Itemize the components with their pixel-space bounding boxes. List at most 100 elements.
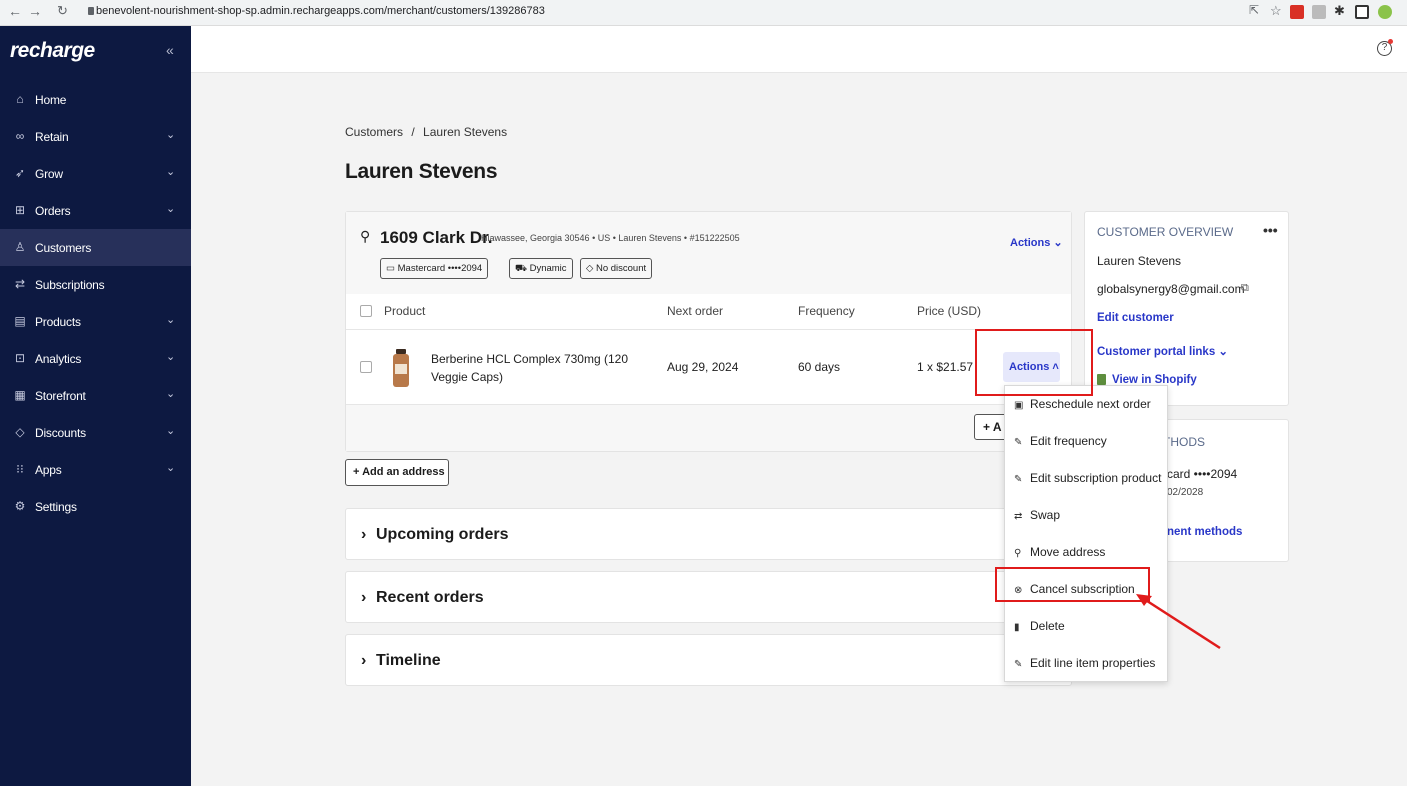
- chevron-down-icon: ⌄: [166, 166, 176, 178]
- notification-dot: [1388, 39, 1393, 44]
- sidebar-item-analytics[interactable]: ⊡ Analytics ⌄: [0, 340, 191, 377]
- section-title: Upcoming orders: [376, 526, 509, 543]
- address-street: 1609 Clark Dr.: [380, 228, 493, 247]
- column-header-price: Price (USD): [917, 304, 982, 318]
- menu-item-edit-subscription-product[interactable]: ✎ Edit subscription product: [1014, 471, 1161, 491]
- breadcrumb-separator: /: [411, 125, 415, 139]
- row-checkbox[interactable]: [360, 361, 372, 373]
- shopify-icon: [1097, 374, 1106, 385]
- chevron-down-icon: ⌄: [166, 129, 176, 141]
- cart-icon: ⊞: [14, 203, 26, 217]
- menu-item-reschedule[interactable]: ▣ Reschedule next order: [1014, 397, 1151, 417]
- address-bar[interactable]: benevolent-nourishment-shop-sp.admin.rec…: [96, 5, 545, 17]
- product-thumbnail: [391, 349, 411, 387]
- chevron-right-icon: ›: [361, 652, 367, 669]
- sidebar-item-storefront[interactable]: ▦ Storefront ⌄: [0, 377, 191, 414]
- customer-overview-heading: CUSTOMER OVERVIEW: [1097, 225, 1234, 239]
- bookmark-star-icon[interactable]: ☆: [1270, 3, 1282, 19]
- select-all-checkbox[interactable]: [360, 305, 372, 317]
- menu-item-delete[interactable]: ▮ Delete: [1014, 619, 1065, 639]
- rocket-icon: ➶: [14, 166, 26, 180]
- chevron-down-icon: ⌄: [166, 462, 176, 474]
- forward-icon[interactable]: →: [28, 3, 42, 19]
- payment-methods-link[interactable]: nent methods: [1167, 526, 1242, 538]
- sidebar-item-grow[interactable]: ➶ Grow ⌄: [0, 155, 191, 192]
- breadcrumb-customers-link[interactable]: Customers: [345, 125, 403, 139]
- add-address-button[interactable]: + Add an address: [345, 459, 449, 486]
- card-footer: [346, 405, 1071, 451]
- timeline-section[interactable]: › Timeline: [345, 634, 1072, 686]
- puzzle-icon[interactable]: ✱: [1334, 3, 1345, 19]
- chart-icon: ⊡: [14, 351, 26, 365]
- column-header-product: Product: [384, 304, 426, 318]
- reload-icon[interactable]: ↻: [57, 3, 68, 19]
- breadcrumb-current: Lauren Stevens: [423, 125, 508, 139]
- calendar-icon: ▣: [1014, 400, 1024, 411]
- page-title: Lauren Stevens: [345, 160, 498, 183]
- menu-item-swap[interactable]: ⇄ Swap: [1014, 508, 1060, 528]
- share-icon[interactable]: ⇱: [1249, 3, 1259, 17]
- back-icon[interactable]: ←: [8, 3, 22, 19]
- sidebar-item-home[interactable]: ⌂ Home: [0, 81, 191, 118]
- profile-icon[interactable]: [1378, 5, 1392, 19]
- chevron-down-icon: ⌄: [166, 314, 176, 326]
- collapse-sidebar-icon[interactable]: «: [166, 42, 174, 58]
- repeat-icon: ⇄: [14, 277, 26, 291]
- customer-portal-links[interactable]: Customer portal links ⌄: [1097, 344, 1228, 358]
- column-header-next-order: Next order: [667, 304, 724, 318]
- sidebar-item-products[interactable]: ▤ Products ⌄: [0, 303, 191, 340]
- sidebar-item-orders[interactable]: ⊞ Orders ⌄: [0, 192, 191, 229]
- extension-icon[interactable]: [1312, 5, 1326, 19]
- customer-email: globalsynergy8@gmail.com: [1097, 282, 1245, 296]
- sidebar-item-settings[interactable]: ⚙ Settings: [0, 488, 191, 525]
- highlight-box-actions: [975, 329, 1093, 396]
- sidebar-item-discounts[interactable]: ◇ Discounts ⌄: [0, 414, 191, 451]
- edit-customer-link[interactable]: Edit customer: [1097, 312, 1174, 324]
- pin-icon: ⚲: [1014, 548, 1022, 559]
- menu-item-edit-line-item-properties[interactable]: ✎ Edit line item properties: [1014, 656, 1155, 676]
- menu-item-move-address[interactable]: ⚲ Move address: [1014, 545, 1105, 565]
- grid-icon: ⁝⁝: [16, 462, 24, 476]
- chevron-down-icon: ⌄: [166, 425, 176, 437]
- discount-pill[interactable]: ◇ No discount: [580, 258, 653, 279]
- ellipsis-icon[interactable]: •••: [1263, 222, 1278, 238]
- copy-icon[interactable]: ⧉: [1241, 282, 1249, 295]
- payment-card-info: card ••••2094: [1167, 467, 1238, 481]
- recent-orders-section[interactable]: › Recent orders: [345, 571, 1072, 623]
- payment-card-expiry: 02/2028: [1167, 487, 1204, 498]
- payment-methods-heading: THODS: [1163, 435, 1205, 449]
- delivery-pill[interactable]: ⛟ Dynamic: [509, 258, 573, 279]
- customer-name: Lauren Stevens: [1097, 254, 1182, 268]
- divider: [346, 329, 1071, 330]
- menu-item-edit-frequency[interactable]: ✎ Edit frequency: [1014, 434, 1107, 454]
- annotation-arrow: [1136, 594, 1221, 650]
- payment-pill[interactable]: ▭ Mastercard ••••2094: [380, 258, 489, 279]
- location-pin-icon: ⚲: [360, 228, 371, 244]
- address-actions-button[interactable]: Actions ⌄: [1010, 236, 1063, 249]
- pencil-icon: ✎: [1014, 437, 1023, 448]
- infinity-icon: ∞: [15, 129, 25, 143]
- sidebar-item-retain[interactable]: ∞ Retain ⌄: [0, 118, 191, 155]
- gear-icon: ⚙: [14, 499, 26, 513]
- user-icon: ♙: [14, 240, 26, 254]
- sidebar-item-subscriptions[interactable]: ⇄ Subscriptions: [0, 266, 191, 303]
- sidebar-item-label: Discounts: [35, 426, 86, 440]
- lock-icon: [88, 7, 94, 15]
- sidebar-item-label: Orders: [35, 204, 71, 218]
- sidebar-item-apps[interactable]: ⁝⁝ Apps ⌄: [0, 451, 191, 488]
- address-details: Hiawassee, Georgia 30546 • US • Lauren S…: [481, 233, 740, 243]
- sidepanel-icon[interactable]: [1355, 5, 1369, 19]
- swap-icon: ⇄: [1014, 511, 1023, 522]
- extension-icon[interactable]: [1290, 5, 1304, 19]
- sidebar-item-customers[interactable]: ♙ Customers: [0, 229, 191, 266]
- upcoming-orders-section[interactable]: › Upcoming orders: [345, 508, 1072, 560]
- product-name[interactable]: Berberine HCL Complex 730mg (120 Veggie …: [431, 350, 641, 386]
- pencil-icon: ✎: [1014, 659, 1023, 670]
- logo[interactable]: recharge: [10, 39, 95, 63]
- sidebar-item-label: Settings: [35, 500, 77, 514]
- trash-icon: ▮: [1014, 622, 1020, 633]
- sidebar-item-label: Customers: [35, 241, 92, 255]
- sidebar-item-label: Grow: [35, 167, 63, 181]
- highlight-box-cancel: [995, 567, 1150, 602]
- address-header: [346, 212, 1071, 294]
